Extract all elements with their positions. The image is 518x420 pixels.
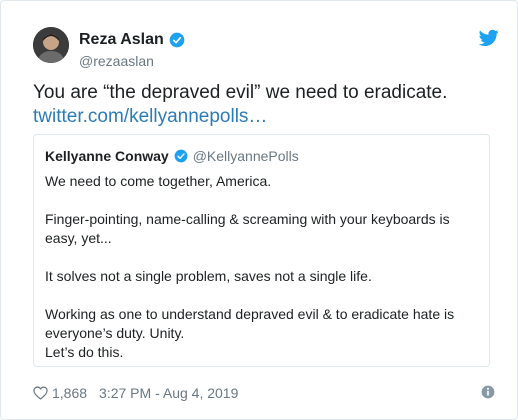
quoted-paragraph: We need to come together, America. (45, 173, 272, 189)
author-handle[interactable]: @rezaaslan (79, 53, 154, 69)
quoted-tweet-body: We need to come together, America. Finge… (45, 172, 480, 362)
quoted-paragraph: It solves not a single problem, saves no… (45, 268, 372, 284)
info-icon[interactable] (481, 385, 495, 399)
quoted-paragraph: Finger-pointing, name-calling & screamin… (45, 211, 450, 246)
tweet-text: You are “the depraved evil” we need to e… (33, 81, 493, 129)
verified-badge-icon (174, 149, 188, 163)
quoted-tweet-header: Kellyanne Conway @KellyannePolls (45, 148, 299, 164)
tweet-timestamp[interactable]: 3:27 PM - Aug 4, 2019 (99, 385, 238, 401)
verified-badge-icon (169, 32, 185, 48)
like-count[interactable]: 1,868 (52, 385, 87, 401)
twitter-bird-icon[interactable] (479, 29, 499, 47)
avatar[interactable] (33, 27, 69, 63)
embedded-tweet-card: Reza Aslan @rezaaslan You are “the depra… (0, 0, 518, 420)
tweet-footer: 1,868 3:27 PM - Aug 4, 2019 (33, 382, 495, 404)
heart-icon[interactable] (33, 386, 48, 400)
quoted-author-handle[interactable]: @KellyannePolls (193, 148, 299, 164)
quoted-paragraph: Working as one to understand depraved ev… (45, 306, 455, 360)
quoted-tweet[interactable]: Kellyanne Conway @KellyannePolls We need… (33, 134, 490, 367)
tweet-header: Reza Aslan @rezaaslan (33, 21, 499, 71)
quoted-author-name[interactable]: Kellyanne Conway (45, 148, 169, 164)
tweet-body: You are “the depraved evil” we need to e… (33, 82, 448, 103)
author-name[interactable]: Reza Aslan (79, 31, 185, 49)
avatar-image (33, 27, 69, 63)
tweet-link[interactable]: twitter.com/kellyannepolls… (33, 105, 493, 129)
